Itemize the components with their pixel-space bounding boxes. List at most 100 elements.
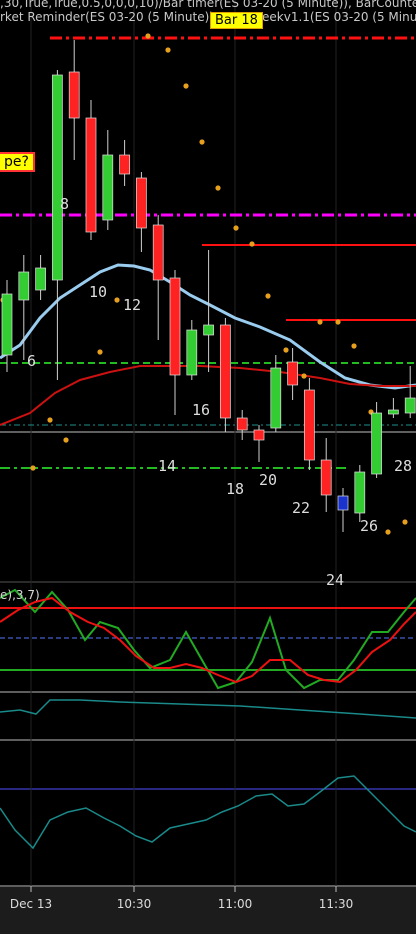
candle-8[interactable] [136, 172, 147, 252]
dot-marker [351, 343, 357, 349]
time-label-1030: 10:30 [116, 897, 152, 911]
candle-3[interactable] [52, 70, 63, 380]
candle-body [371, 412, 382, 475]
dot-marker [215, 185, 221, 191]
candle-body [388, 409, 399, 415]
price-chart-canvas[interactable]: 6 8 10 12 14 16 18 20 22 24 26 28 [0, 0, 416, 934]
candle-7[interactable] [119, 140, 130, 186]
candle-5[interactable] [85, 100, 97, 240]
dot-marker [233, 225, 239, 231]
candle-23[interactable] [388, 398, 399, 418]
candle-17[interactable] [287, 348, 298, 400]
candle-body [270, 367, 282, 429]
candle-body [1, 293, 13, 356]
candle-14[interactable] [236, 410, 248, 440]
bar-number-label: 22 [292, 499, 310, 517]
candle-body [354, 471, 366, 514]
osc-green-line [0, 588, 416, 690]
dot-marker [283, 347, 289, 353]
candle-body [320, 459, 332, 496]
lower-panels [0, 699, 416, 850]
candle-22[interactable] [371, 402, 382, 478]
candle-body [136, 177, 147, 229]
candle-6[interactable] [102, 130, 114, 230]
candle-body [35, 267, 46, 291]
candle-12[interactable] [203, 250, 214, 372]
candle-series[interactable] [1, 40, 416, 532]
candle-body [253, 429, 265, 441]
dot-marker [183, 83, 189, 89]
candle-24[interactable] [404, 366, 416, 418]
dot-marker [199, 139, 205, 145]
candle-9[interactable] [152, 215, 164, 340]
candle-21[interactable] [354, 465, 366, 522]
time-label-1100: 11:00 [217, 897, 253, 911]
bar-number-label: 26 [360, 517, 378, 535]
candle-body [186, 329, 198, 376]
candle-body [404, 397, 416, 414]
vertical-grid [30, 0, 337, 886]
candle-body [119, 154, 130, 175]
panel-dividers [0, 431, 416, 934]
candle-0[interactable] [1, 280, 13, 372]
candle-15[interactable] [253, 425, 265, 462]
dot-marker [385, 529, 391, 535]
candle-13[interactable] [220, 318, 231, 432]
candle-body [220, 324, 231, 419]
bar-number-label: 20 [259, 471, 277, 489]
dot-marker [63, 437, 69, 443]
bar-counter-badge: Bar 18 [210, 12, 263, 29]
dot-marker [97, 349, 103, 355]
side-badge: pe? [0, 152, 35, 172]
candle-16[interactable] [270, 355, 282, 432]
indicator-header-line2b: eekv1.1(ES 03-20 (5 Minu [262, 10, 416, 24]
candle-2[interactable] [35, 255, 46, 300]
candle-body [85, 117, 97, 233]
bar-number-label: 18 [226, 480, 244, 498]
dot-marker [47, 417, 53, 423]
bar-number-label: 16 [192, 401, 210, 419]
lower-indicator-line [0, 775, 416, 850]
candle-body [169, 277, 181, 376]
dot-marker [301, 373, 307, 379]
candle-18[interactable] [304, 378, 315, 470]
candle-body [18, 271, 30, 301]
candle-19[interactable] [320, 438, 332, 512]
bar-number-label: 24 [326, 571, 344, 589]
oscillator-title: e),3,7) [0, 588, 40, 602]
bar-number-labels: 6 8 10 12 14 16 18 20 22 24 26 28 [27, 195, 412, 589]
oscillator-panel [0, 588, 416, 690]
bar-number-label: 8 [60, 195, 69, 213]
bar-number-label: 14 [158, 457, 176, 475]
dot-marker [249, 241, 255, 247]
candle-4[interactable] [68, 40, 80, 160]
candle-body [304, 389, 315, 461]
bar-number-label: 6 [27, 352, 36, 370]
dot-marker [317, 319, 323, 325]
candle-body [152, 224, 164, 281]
time-label-dec13: Dec 13 [9, 897, 53, 911]
candle-body [236, 417, 248, 431]
indicator-header-line1: ,30,True,True,0.5,0,0,0,10)/Bar timer(ES… [0, 0, 416, 10]
dot-marker [30, 465, 36, 471]
bar-number-label: 28 [394, 457, 412, 475]
time-label-1130: 11:30 [318, 897, 354, 911]
candle-11[interactable] [186, 320, 198, 380]
candle-body [337, 495, 349, 511]
dot-marker [114, 297, 120, 303]
candle-body [52, 74, 63, 281]
bar-number-label: 10 [89, 283, 107, 301]
candle-10[interactable] [169, 270, 181, 415]
candle-20[interactable] [337, 488, 349, 532]
candle-body [102, 154, 114, 221]
candle-body [203, 324, 214, 336]
dot-marker [145, 33, 151, 39]
dot-marker [335, 319, 341, 325]
candle-body [287, 361, 298, 386]
indicator-header-line2: rket Reminder(ES 03-20 (5 Minute)) [0, 10, 214, 24]
dot-marker [265, 293, 271, 299]
bar-number-label: 12 [123, 296, 141, 314]
dot-marker [165, 47, 171, 53]
candle-body [68, 71, 80, 119]
dot-marker [402, 519, 408, 525]
